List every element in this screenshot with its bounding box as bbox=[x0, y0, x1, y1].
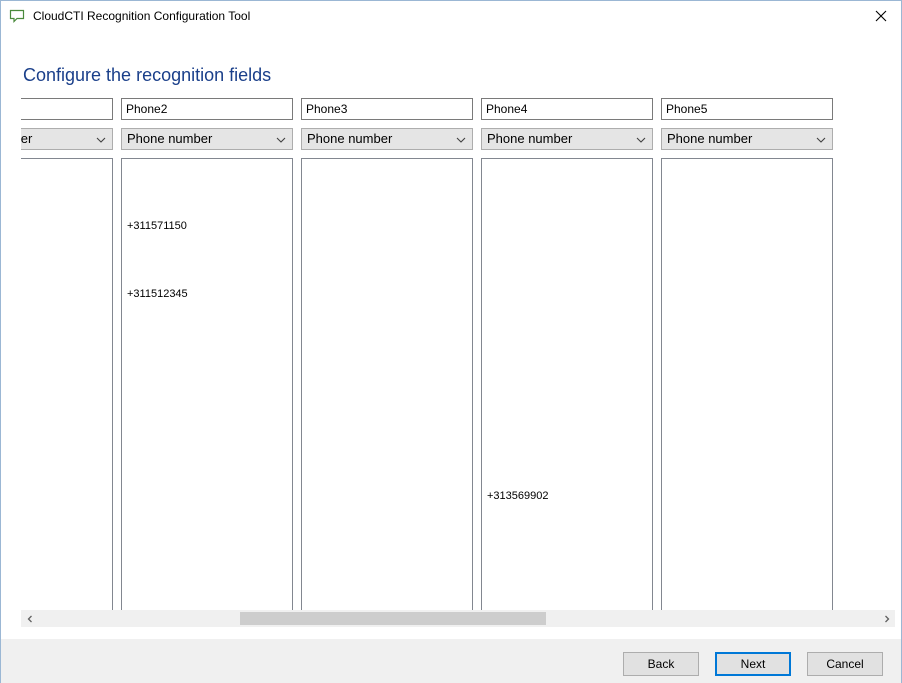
chevron-down-icon bbox=[636, 137, 646, 143]
field-name-input[interactable]: Phone3 bbox=[301, 98, 473, 120]
title-bar: CloudCTI Recognition Configuration Tool bbox=[1, 1, 901, 31]
field-type-value: Phone number bbox=[21, 131, 33, 146]
field-name-input[interactable]: Phone1 bbox=[21, 98, 113, 120]
fields-strip: Phone1 Phone number +313569902+315000000+3… bbox=[21, 98, 895, 610]
chevron-down-icon bbox=[96, 137, 106, 143]
field-column: Phone4 Phone number +313569902 bbox=[481, 98, 653, 610]
page-heading: Configure the recognition fields bbox=[23, 65, 272, 85]
field-column: Phone5 Phone number bbox=[661, 98, 833, 610]
field-type-value: Phone number bbox=[487, 131, 573, 146]
field-column: Phone1 Phone number +313569902+315000000+3… bbox=[21, 98, 113, 610]
field-name-input[interactable]: Phone2 bbox=[121, 98, 293, 120]
list-item: +311512345 bbox=[127, 287, 188, 300]
next-button[interactable]: Next bbox=[715, 652, 791, 676]
cancel-button[interactable]: Cancel bbox=[807, 652, 883, 676]
button-bar: Back Next Cancel bbox=[1, 639, 901, 683]
chevron-right-icon bbox=[884, 615, 889, 622]
field-column: Phone2 Phone number +311571150 +311512345 bbox=[121, 98, 293, 610]
field-column: Phone3 Phone number bbox=[301, 98, 473, 610]
close-icon bbox=[875, 10, 887, 22]
list-item: +311571150 bbox=[127, 220, 187, 232]
fields-viewport: Phone1 Phone number +313569902+315000000+3… bbox=[21, 98, 895, 610]
chevron-left-icon bbox=[27, 615, 32, 622]
field-type-dropdown[interactable]: Phone number bbox=[121, 128, 293, 150]
field-type-dropdown[interactable]: Phone number bbox=[661, 128, 833, 150]
close-button[interactable] bbox=[861, 1, 901, 31]
window-title: CloudCTI Recognition Configuration Tool bbox=[33, 9, 251, 23]
field-type-dropdown[interactable]: Phone number bbox=[481, 128, 653, 150]
chat-bubble-icon bbox=[9, 9, 25, 23]
horizontal-scrollbar[interactable] bbox=[21, 610, 895, 627]
field-type-value: Phone number bbox=[307, 131, 393, 146]
field-type-value: Phone number bbox=[127, 131, 213, 146]
field-type-dropdown[interactable]: Phone number bbox=[21, 128, 113, 150]
scrollbar-thumb[interactable] bbox=[240, 612, 546, 625]
chevron-down-icon bbox=[816, 137, 826, 143]
chevron-down-icon bbox=[276, 137, 286, 143]
scroll-right-button[interactable] bbox=[878, 610, 895, 627]
field-values-list[interactable] bbox=[661, 158, 833, 610]
scroll-left-button[interactable] bbox=[21, 610, 38, 627]
field-type-dropdown[interactable]: Phone number bbox=[301, 128, 473, 150]
dialog-window: CloudCTI Recognition Configuration Tool … bbox=[0, 0, 902, 683]
field-name-input[interactable]: Phone4 bbox=[481, 98, 653, 120]
field-values-list[interactable]: +313569902 bbox=[481, 158, 653, 610]
field-values-list[interactable]: +311571150 +311512345 bbox=[121, 158, 293, 610]
back-button[interactable]: Back bbox=[623, 652, 699, 676]
field-values-list[interactable] bbox=[301, 158, 473, 610]
field-type-value: Phone number bbox=[667, 131, 753, 146]
field-name-input[interactable]: Phone5 bbox=[661, 98, 833, 120]
chevron-down-icon bbox=[456, 137, 466, 143]
list-item: +313569902 bbox=[487, 490, 549, 502]
field-values-list[interactable]: +313569902+315000000+315000000+311571151… bbox=[21, 158, 113, 610]
